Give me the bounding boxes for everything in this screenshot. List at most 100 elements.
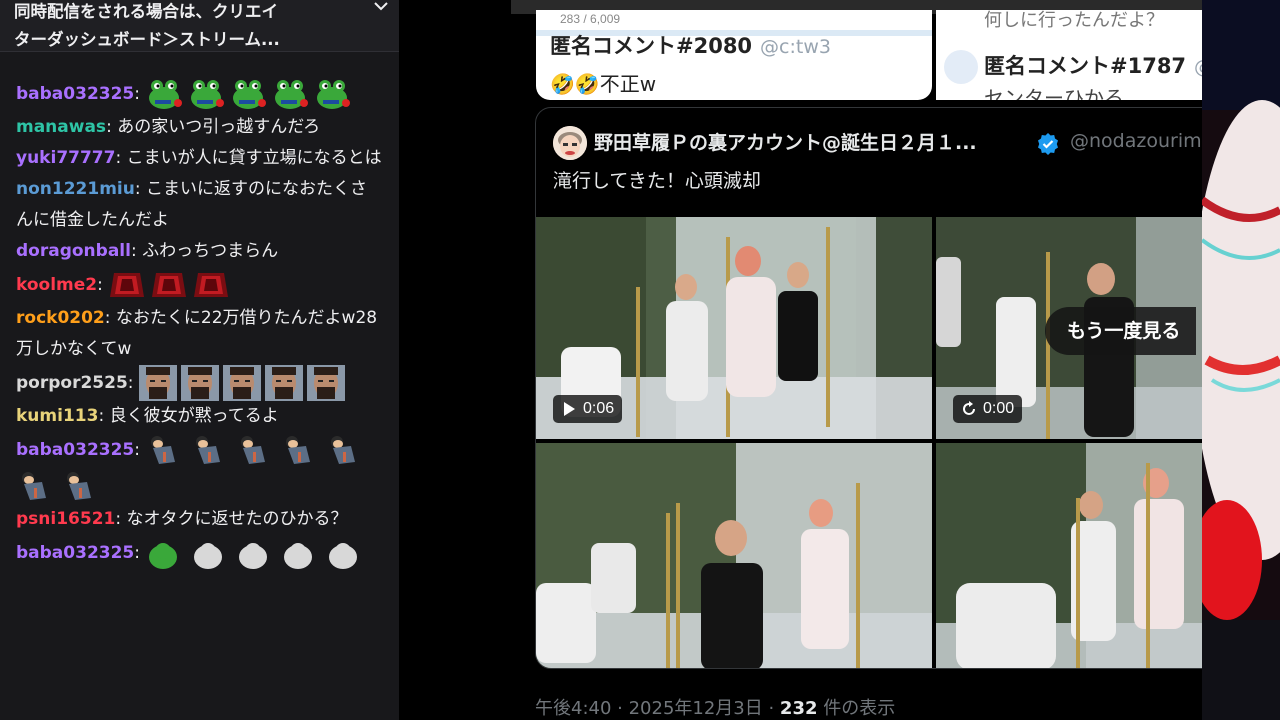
facecam-overlay-image — [1202, 0, 1280, 720]
author-name[interactable]: 野田草履Ｐの裏アカウント@誕生日２月１... — [594, 128, 977, 155]
chat-separator: : — [115, 148, 127, 168]
quoted-comment-card-left[interactable]: 283 / 6,009 匿名コメント#2080 @c:tw3 🤣🤣不正w — [536, 10, 932, 100]
comment-author-name: 匿名コメント#2080 — [550, 34, 753, 58]
video-duration: 0:00 — [983, 400, 1015, 417]
pinned-notice-line-2: ターダッシュボード＞ストリーム... — [14, 30, 280, 49]
chat-pinned-notice[interactable]: 同時配信をされる場合は、クリエイ ターダッシュボード＞ストリーム... — [0, 0, 399, 52]
chat-separator: : — [115, 509, 127, 529]
chat-separator: : — [104, 308, 116, 328]
bowing-man-emote-icon[interactable] — [61, 468, 97, 504]
chat-message: psni16521: なオタクに返せたのひかる？ — [0, 504, 399, 535]
waterfall-photo — [936, 443, 1202, 668]
frog-emote-icon[interactable] — [187, 76, 225, 112]
bowing-man-emote-icon[interactable] — [16, 468, 52, 504]
frog-emote-icon[interactable] — [145, 76, 183, 112]
tweet-timestamp[interactable]: 午後4:40 · 2025年12月3日 · 232 件の表示 — [535, 694, 895, 720]
red-gem-emote-icon[interactable] — [192, 267, 230, 303]
background-gutter — [399, 0, 511, 720]
tweet-card[interactable]: 野田草履Ｐの裏アカウント@誕生日２月１... @nodazourim 滝行してき… — [535, 107, 1202, 669]
frog-emote-icon[interactable] — [313, 76, 351, 112]
chat-username[interactable]: non1221miu — [16, 179, 135, 199]
frog-emote-icon[interactable] — [229, 76, 267, 112]
mixed-emote-icon[interactable] — [190, 535, 226, 571]
bowing-man-emote-icon[interactable] — [235, 432, 271, 468]
red-gem-emote-icon[interactable] — [108, 267, 146, 303]
comment-author: 匿名コメント#1787 @ — [984, 50, 1202, 80]
views-count: 232 — [779, 698, 818, 719]
bowing-man-emote-icon[interactable] — [280, 432, 316, 468]
chat-separator: : — [134, 179, 146, 199]
chat-message: manawas: あの家いつ引っ越すんだろ — [0, 112, 399, 143]
chat-username[interactable]: manawas — [16, 117, 106, 137]
man-face-emote-icon[interactable] — [264, 365, 303, 401]
chat-username[interactable]: baba032325 — [16, 84, 134, 104]
mixed-emote-icon[interactable] — [325, 535, 361, 571]
author-avatar[interactable] — [553, 126, 587, 160]
comment-handle: @ — [1194, 56, 1202, 78]
chat-message-list: baba032325: manawas: あの家いつ引っ越すんだろ yuki777… — [0, 76, 399, 571]
chat-message: doragonball: ふわっちつまらん — [0, 236, 399, 267]
bowing-man-emote-icon[interactable] — [145, 432, 181, 468]
man-face-emote-icon[interactable] — [222, 365, 261, 401]
comment-text: センターひかる — [984, 86, 1124, 100]
comment-count: 283 / 6,009 — [560, 12, 621, 26]
chevron-down-icon[interactable] — [371, 0, 391, 16]
video-thumbnail-2[interactable]: 0:00 もう一度見る — [936, 217, 1202, 439]
chat-separator: : — [134, 543, 146, 563]
photo-thumbnail-4[interactable] — [936, 443, 1202, 668]
chat-panel: 同時配信をされる場合は、クリエイ ターダッシュボード＞ストリーム... baba… — [0, 0, 399, 720]
chat-message-text: なオタクに返せたのひかる？ — [126, 509, 348, 529]
frog-emote-icon[interactable] — [271, 76, 309, 112]
pinned-notice-line-1: 同時配信をされる場合は、クリエイ — [14, 2, 278, 21]
timestamp-date: 午後4:40 · 2025年12月3日 · — [535, 698, 780, 719]
chat-separator: : — [130, 241, 143, 261]
replay-button[interactable]: もう一度見る — [1045, 307, 1197, 355]
mixed-emote-icon[interactable] — [280, 535, 316, 571]
chat-message: koolme2: — [0, 267, 399, 303]
man-face-emote-icon[interactable] — [180, 365, 219, 401]
bowing-man-emote-icon[interactable] — [325, 432, 361, 468]
tweet-embed: 283 / 6,009 匿名コメント#2080 @c:tw3 🤣🤣不正w 何しに行… — [511, 0, 1202, 720]
chat-message-text: あの家いつ引っ越すんだろ — [117, 117, 321, 137]
video-thumbnail-1[interactable]: 0:06 — [536, 217, 932, 439]
comment-text: 🤣🤣不正w — [550, 72, 657, 96]
red-gem-emote-icon[interactable] — [150, 267, 188, 303]
comment-prev-text: 何しに行ったんだよ？ — [984, 10, 1164, 31]
comment-author: 匿名コメント#2080 @c:tw3 — [550, 30, 831, 60]
chat-message-text: 良く彼女が黙ってるよ — [109, 406, 279, 426]
chat-message: kumi113: 良く彼女が黙ってるよ — [0, 401, 399, 432]
chat-message: baba032325: — [0, 432, 399, 504]
chat-separator: : — [127, 373, 139, 393]
chat-username[interactable]: psni16521 — [16, 509, 115, 529]
mixed-emote-icon[interactable] — [145, 535, 181, 571]
video-duration-badge: 0:06 — [553, 395, 623, 423]
chat-message-text: こまいが人に貸す立場になるとは — [126, 148, 382, 168]
chat-username[interactable]: baba032325 — [16, 543, 134, 563]
face-illustration — [553, 126, 587, 160]
chat-username[interactable]: kumi113 — [16, 406, 98, 426]
mixed-emote-icon[interactable] — [235, 535, 271, 571]
chat-message: baba032325: — [0, 76, 399, 112]
chat-separator: : — [134, 84, 146, 104]
man-face-emote-icon[interactable] — [138, 365, 177, 401]
comment-handle: @c:tw3 — [760, 36, 831, 58]
chat-username[interactable]: yuki77777 — [16, 148, 115, 168]
verified-badge-icon — [1038, 133, 1058, 155]
quoted-comment-card-right[interactable]: 何しに行ったんだよ？ 匿名コメント#1787 @ センターひかる — [936, 10, 1202, 100]
chat-username[interactable]: koolme2 — [16, 275, 97, 295]
chat-username[interactable]: rock0202 — [16, 308, 105, 328]
bowing-man-emote-icon[interactable] — [190, 432, 226, 468]
replay-icon — [963, 401, 975, 415]
chat-username[interactable]: porpor2525 — [16, 373, 128, 393]
chat-username[interactable]: doragonball — [16, 241, 131, 261]
man-face-emote-icon[interactable] — [306, 365, 345, 401]
photo-thumbnail-3[interactable] — [536, 443, 932, 668]
avatar — [944, 50, 978, 84]
chat-separator: : — [98, 406, 110, 426]
chat-message: non1221miu: こまいに返すのになおたくさんに借金したんだよ — [0, 174, 399, 236]
chat-username[interactable]: baba032325 — [16, 440, 134, 460]
chat-message: porpor2525: — [0, 365, 399, 401]
video-duration: 0:06 — [583, 400, 615, 417]
chat-message: rock0202: なおたくに22万借りたんだよw28万しかなくてw — [0, 303, 399, 365]
author-handle[interactable]: @nodazourim — [1070, 130, 1202, 152]
